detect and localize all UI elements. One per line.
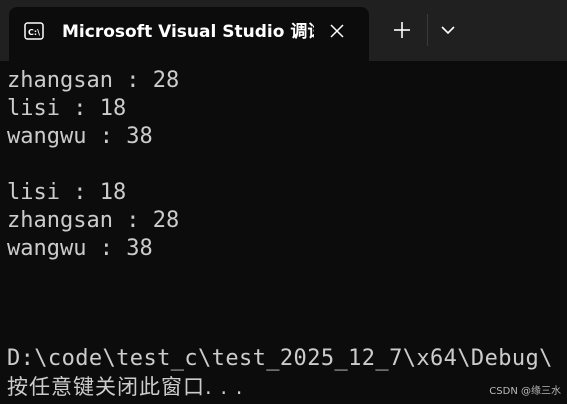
console-line: wangwu : 38 bbox=[7, 236, 153, 261]
console-line: lisi : 18 bbox=[7, 96, 127, 121]
console-line: lisi : 18 bbox=[7, 180, 127, 205]
exit-path: D:\code\test_c\test_2025_12_7\x64\Debug\ bbox=[7, 346, 553, 371]
console-line: wangwu : 38 bbox=[7, 124, 153, 149]
chevron-down-icon[interactable] bbox=[436, 17, 460, 43]
console-line: zhangsan : 28 bbox=[7, 68, 180, 93]
tab-divider bbox=[427, 14, 428, 46]
title-bar: C:\ Microsoft Visual Studio 调试控制台 bbox=[0, 0, 567, 61]
terminal-window: C:\ Microsoft Visual Studio 调试控制台 zhangs… bbox=[0, 0, 567, 404]
tab-title: Microsoft Visual Studio 调试控制台 bbox=[62, 22, 314, 42]
watermark: CSDN @缘三水 bbox=[489, 386, 561, 397]
plus-icon[interactable] bbox=[388, 15, 416, 45]
close-icon[interactable] bbox=[327, 21, 347, 41]
console-line: zhangsan : 28 bbox=[7, 208, 180, 233]
terminal-icon: C:\ bbox=[24, 22, 44, 40]
console-output[interactable]: zhangsan : 28 lisi : 18 wangwu : 38 lisi… bbox=[7, 67, 567, 404]
tab-debug-console[interactable]: C:\ Microsoft Visual Studio 调试控制台 bbox=[9, 7, 369, 61]
exit-prompt: 按任意键关闭此窗口. . . bbox=[7, 375, 244, 399]
svg-text:C:\: C:\ bbox=[28, 28, 40, 37]
